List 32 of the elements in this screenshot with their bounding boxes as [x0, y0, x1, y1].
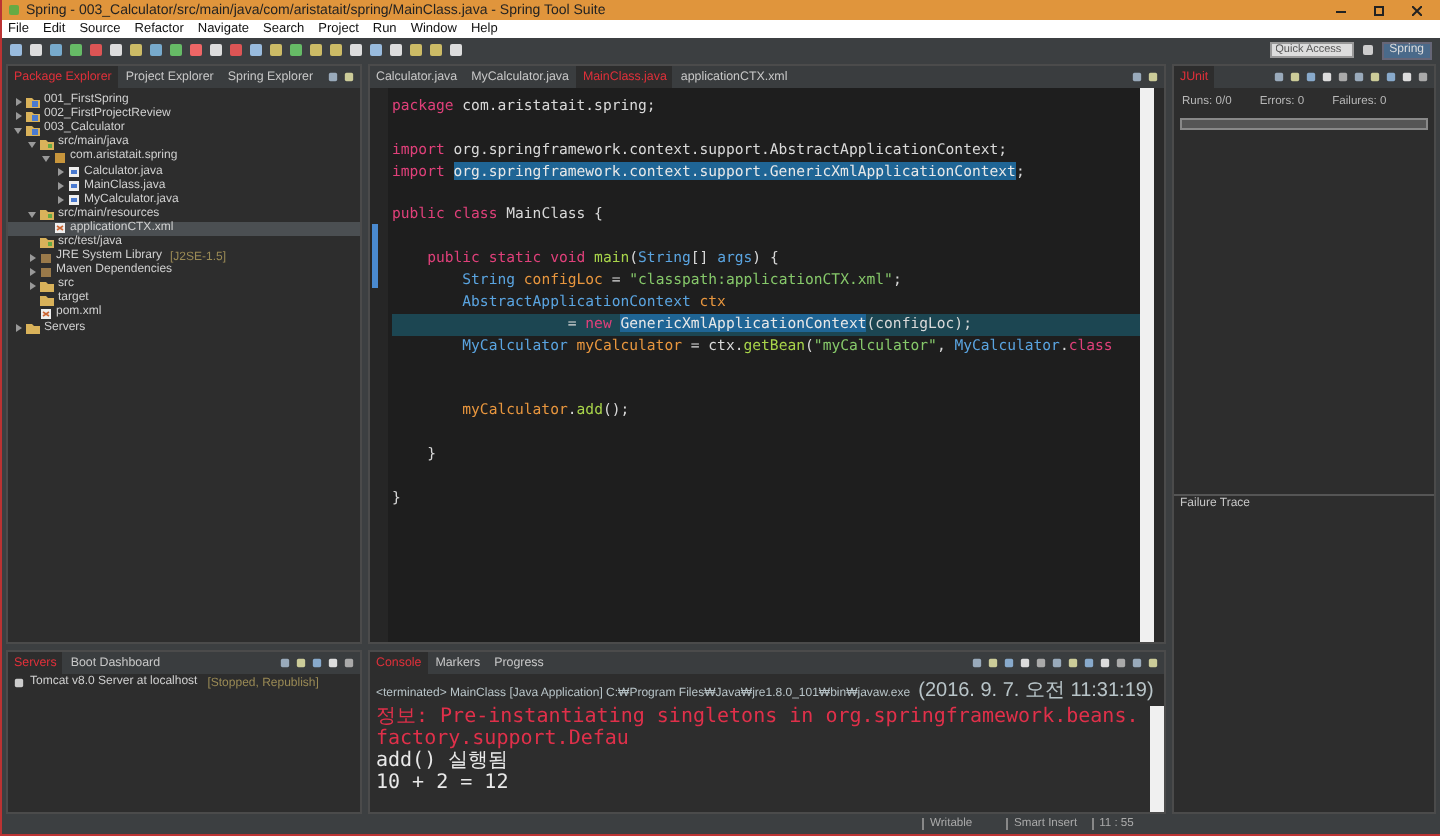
console-line: 정보: Pre-instantiating singletons in org.springframework.beans.factory.support.Defau	[376, 706, 1141, 750]
collapsed-arrow-icon[interactable]	[14, 111, 22, 120]
collapsed-arrow-icon[interactable]	[14, 324, 22, 333]
console-timestamp: (2016. 9. 7. 오전 11:31:19)	[918, 678, 1154, 704]
vertical-scrollbar[interactable]	[1150, 706, 1164, 812]
xml-file-icon	[40, 307, 52, 320]
source-folder-icon	[40, 137, 54, 150]
expanded-arrow-icon[interactable]	[28, 139, 36, 148]
expanded-arrow-icon[interactable]	[42, 153, 50, 162]
collapsed-arrow-icon[interactable]	[28, 253, 36, 262]
folder-icon	[26, 322, 40, 335]
restore-icon[interactable]	[1374, 5, 1384, 15]
vertical-scrollbar[interactable]	[1140, 88, 1154, 642]
minimize-icon[interactable]	[1336, 5, 1346, 15]
expanded-arrow-icon[interactable]	[14, 125, 22, 134]
package-icon	[54, 151, 66, 164]
expanded-arrow-icon[interactable]	[28, 210, 36, 219]
source-folder-icon	[40, 208, 54, 221]
collapsed-arrow-icon[interactable]	[56, 168, 64, 177]
change-ruler-bar	[372, 224, 378, 288]
app-icon	[8, 4, 20, 16]
close-icon[interactable]	[1412, 5, 1422, 15]
xml-file-icon	[54, 222, 66, 235]
collapsed-arrow-icon[interactable]	[56, 182, 64, 191]
console-line: add() 실행됨	[376, 750, 509, 772]
open-perspective-icon	[1361, 44, 1374, 56]
collapsed-arrow-icon[interactable]	[28, 267, 36, 276]
source-folder-icon	[40, 236, 54, 249]
console-line: 10 + 2 = 12	[376, 772, 511, 794]
collapsed-arrow-icon[interactable]	[56, 196, 64, 205]
collapsed-arrow-icon[interactable]	[14, 97, 22, 106]
collapsed-arrow-icon[interactable]	[28, 281, 36, 290]
